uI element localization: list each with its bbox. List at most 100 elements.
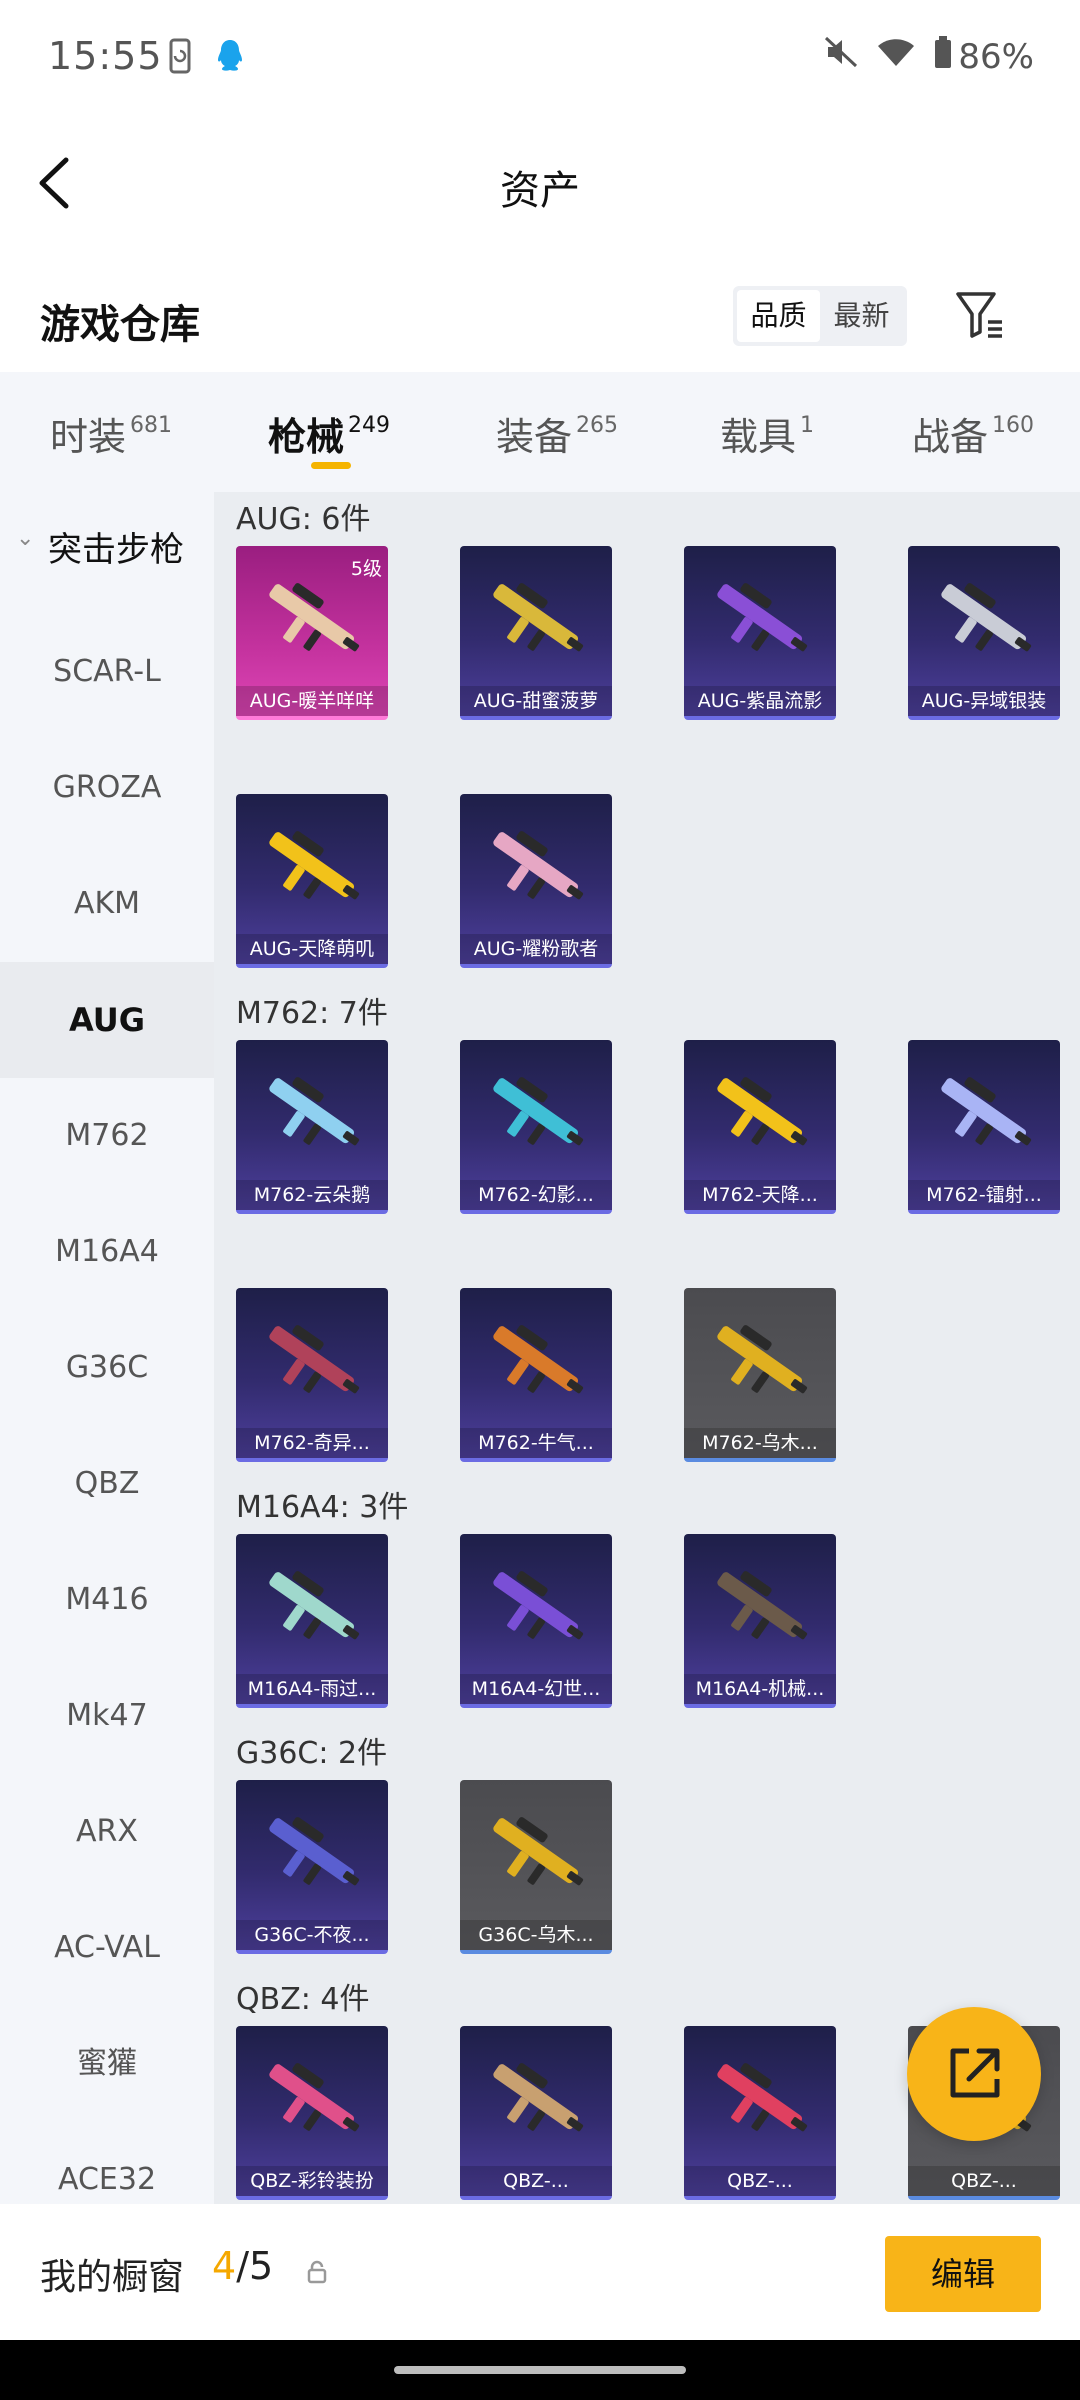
tab-supplies[interactable]: 战备 160	[912, 406, 1034, 461]
weapon-skin-name: M762-奇异...	[236, 1428, 388, 1458]
weapon-skin-card[interactable]: M762-乌木...	[684, 1288, 836, 1462]
sidebar-item-m416[interactable]: M416	[0, 1542, 214, 1658]
rifle-icon	[269, 1571, 360, 1640]
warehouse-title: 游戏仓库	[40, 302, 200, 348]
sidebar-group-assault-rifles[interactable]: ⌄ 突击步枪	[0, 512, 214, 582]
tab-count: 1	[800, 413, 815, 438]
category-tabs: 时装 681 枪械 249 装备 265 载具 1 战备 160	[0, 372, 1080, 492]
weapon-skin-name: M762-牛气...	[460, 1428, 612, 1458]
sidebar-item-m762[interactable]: M762	[0, 1078, 214, 1194]
qq-icon	[214, 38, 246, 78]
battery-icon	[934, 36, 952, 77]
sidebar-item-aug[interactable]: AUG	[0, 962, 214, 1078]
sort-quality-option[interactable]: 品质	[737, 290, 820, 342]
sidebar-group-label: 突击步枪	[48, 530, 184, 570]
rifle-icon	[493, 1077, 584, 1146]
tab-fashion[interactable]: 时装 681	[50, 406, 172, 461]
mute-icon	[824, 36, 858, 77]
sidebar-item-mk47[interactable]: Mk47	[0, 1658, 214, 1774]
tab-equipment[interactable]: 装备 265	[496, 406, 618, 461]
tab-label: 战备	[912, 415, 989, 459]
weapon-skin-card[interactable]: M762-奇异...	[236, 1288, 388, 1462]
tab-count: 681	[130, 413, 173, 438]
tab-label: 时装	[50, 415, 127, 459]
weapon-skin-card[interactable]: M762-幻影...	[460, 1040, 612, 1214]
weapon-skin-card[interactable]: QBZ-...	[684, 2026, 836, 2200]
showcase-label: 我的橱窗	[40, 2257, 185, 2298]
rifle-icon	[717, 2063, 808, 2132]
tab-label: 装备	[496, 415, 573, 459]
status-time: 15:55	[48, 34, 163, 78]
filter-button[interactable]	[950, 284, 1010, 344]
weapon-skin-card[interactable]: AUG-天降萌叽	[236, 794, 388, 968]
share-button[interactable]	[907, 2007, 1041, 2141]
weapon-skin-card[interactable]: QBZ-彩铃装扮	[236, 2026, 388, 2200]
rifle-icon	[493, 583, 584, 652]
battery-percent: 86%	[958, 36, 1034, 77]
weapon-skin-card[interactable]: G36C-乌木...	[460, 1780, 612, 1954]
section-title: M16A4: 3件	[236, 1490, 409, 1525]
weapon-skin-card[interactable]: M16A4-雨过...	[236, 1534, 388, 1708]
weapon-skin-card[interactable]: QBZ-...	[460, 2026, 612, 2200]
weapon-skin-name: AUG-异域银装	[908, 686, 1060, 716]
weapon-skin-name: AUG-天降萌叽	[236, 934, 388, 964]
weapon-skin-card[interactable]: M16A4-幻世...	[460, 1534, 612, 1708]
rifle-icon	[269, 1817, 360, 1886]
rifle-icon	[493, 1817, 584, 1886]
weapon-skin-card[interactable]: AUG-甜蜜菠萝	[460, 546, 612, 720]
app-header: 资产	[0, 112, 1080, 252]
tab-count: 265	[576, 413, 619, 438]
rifle-icon	[269, 583, 360, 652]
rifle-icon	[493, 1571, 584, 1640]
weapon-grid: AUG: 6件 5级 AUG-暖羊咩咩 AUG-甜蜜菠萝 AUG-紫晶流影 AUG-异域银…	[214, 492, 1080, 2204]
sidebar-item-g36c[interactable]: G36C	[0, 1310, 214, 1426]
weapon-skin-name: M762-幻影...	[460, 1180, 612, 1210]
sidebar-item-m16a4[interactable]: M16A4	[0, 1194, 214, 1310]
sort-newest-option[interactable]: 最新	[820, 290, 903, 342]
sidebar-item-scar-l[interactable]: SCAR-L	[0, 614, 214, 730]
weapon-skin-name: G36C-乌木...	[460, 1920, 612, 1950]
home-indicator[interactable]	[394, 2366, 686, 2374]
rifle-icon	[717, 1077, 808, 1146]
weapon-skin-card[interactable]: M762-天降...	[684, 1040, 836, 1214]
sidebar-item-honey-badger[interactable]: 蜜獾	[0, 2006, 214, 2122]
sidebar-item-qbz[interactable]: QBZ	[0, 1426, 214, 1542]
section-title: AUG: 6件	[236, 502, 371, 537]
weapon-skin-name: M762-镭射...	[908, 1180, 1060, 1210]
showcase-current: 4	[212, 2244, 237, 2288]
weapon-skin-name: M762-天降...	[684, 1180, 836, 1210]
weapon-sidebar: ⌄ 突击步枪 SCAR-L GROZA AKM AUG M762 M16A4 G…	[0, 492, 214, 2204]
sidebar-item-groza[interactable]: GROZA	[0, 730, 214, 846]
weapon-skin-card[interactable]: G36C-不夜...	[236, 1780, 388, 1954]
weapon-skin-card[interactable]: M762-牛气...	[460, 1288, 612, 1462]
sidebar-item-akm[interactable]: AKM	[0, 846, 214, 962]
showcase-count: 4/5	[212, 2244, 273, 2288]
tab-label: 枪械	[268, 415, 345, 459]
weapon-skin-card[interactable]: M16A4-机械...	[684, 1534, 836, 1708]
weapon-skin-card[interactable]: AUG-异域银装	[908, 546, 1060, 720]
showcase-total: /5	[236, 2244, 274, 2288]
sidebar-item-ac-val[interactable]: AC-VAL	[0, 1890, 214, 2006]
tab-count: 160	[992, 413, 1035, 438]
level-badge: 5级	[350, 558, 382, 580]
weapon-skin-card[interactable]: 5级 AUG-暖羊咩咩	[236, 546, 388, 720]
tab-count: 249	[348, 413, 391, 438]
weapon-skin-card[interactable]: M762-云朵鹅	[236, 1040, 388, 1214]
showcase-bar: 我的橱窗 4/5 编辑	[0, 2204, 1080, 2340]
weapon-skin-name: QBZ-...	[908, 2166, 1060, 2196]
weapon-skin-name: AUG-暖羊咩咩	[236, 686, 388, 716]
weapon-skin-name: AUG-甜蜜菠萝	[460, 686, 612, 716]
section-title: QBZ: 4件	[236, 1982, 370, 2017]
tab-vehicles[interactable]: 载具 1	[720, 406, 814, 461]
weapon-skin-card[interactable]: AUG-紫晶流影	[684, 546, 836, 720]
rifle-icon	[269, 1325, 360, 1394]
sidebar-item-ace32[interactable]: ACE32	[0, 2122, 214, 2204]
edit-button[interactable]: 编辑	[885, 2236, 1041, 2312]
filter-icon	[956, 292, 1002, 338]
rifle-icon	[717, 583, 808, 652]
weapon-skin-card[interactable]: M762-镭射...	[908, 1040, 1060, 1214]
tab-firearms[interactable]: 枪械 249	[268, 406, 390, 461]
sidebar-item-arx[interactable]: ARX	[0, 1774, 214, 1890]
weapon-skin-card[interactable]: AUG-耀粉歌者	[460, 794, 612, 968]
weapon-skin-name: QBZ-...	[460, 2166, 612, 2196]
